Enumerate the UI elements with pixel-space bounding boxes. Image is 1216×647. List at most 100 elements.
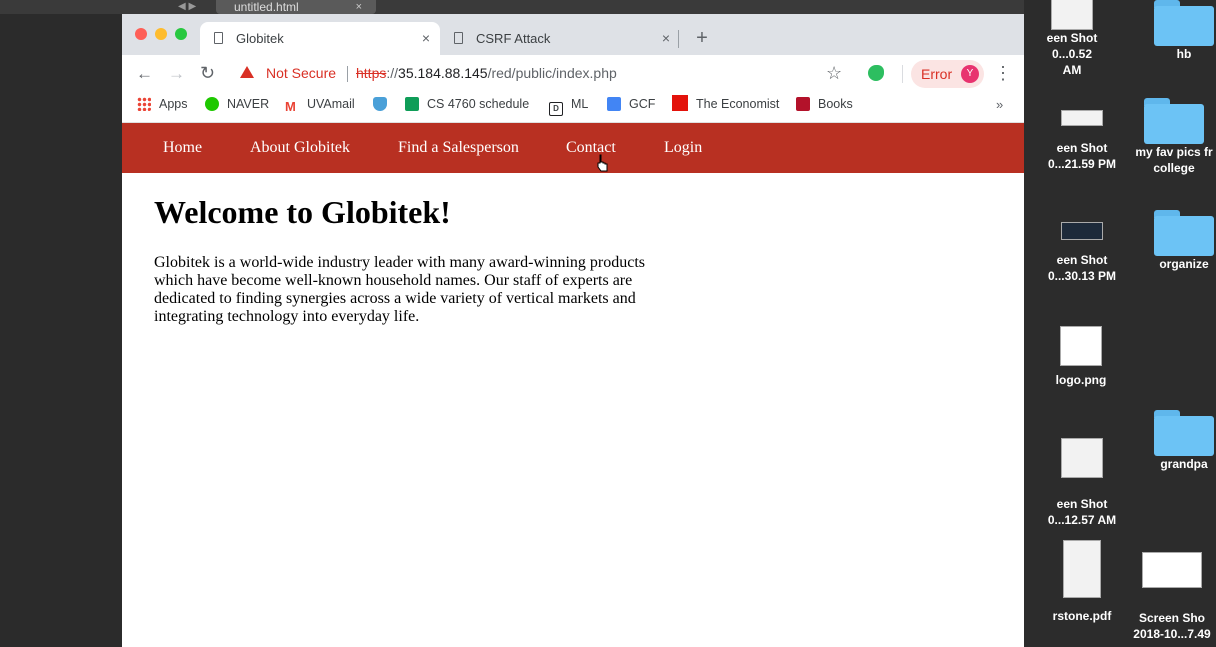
nav-link-contact[interactable]: Contact <box>566 123 616 173</box>
page-icon <box>454 32 463 44</box>
security-indicator[interactable]: Not Secure <box>266 55 336 92</box>
nav-link-login[interactable]: Login <box>664 123 702 173</box>
back-button[interactable]: ← <box>136 55 153 92</box>
screenshot-thumbnail-icon <box>1061 438 1103 478</box>
url-separator: :// <box>386 65 399 81</box>
desktop-item-label: rstone.pdf <box>1052 609 1112 623</box>
desktop-file-screenshot[interactable]: een Shot 0...0.52 AM <box>1042 0 1102 78</box>
desktop-folder-organize[interactable]: organize <box>1152 210 1216 272</box>
bookmark-shield[interactable] <box>373 92 395 117</box>
bookmark-gcf[interactable]: GCF <box>607 92 655 117</box>
background-window-strip: ◀ ▶ untitled.html × ▼ <box>0 0 1050 14</box>
desktop-file-screenshot[interactable]: een Shot 0...21.59 PM <box>1042 110 1122 172</box>
bookmark-cs-4760-schedule[interactable]: CS 4760 schedule <box>405 92 529 117</box>
desktop-item-label: een Shot <box>1046 31 1098 45</box>
desktop-folder-my-fav-pics[interactable]: my fav pics fr college <box>1132 98 1216 176</box>
window-maximize-button[interactable] <box>175 28 187 40</box>
folder-icon <box>1154 0 1214 46</box>
desktop-item-label: grandpa <box>1160 457 1208 471</box>
bookmark-label: The Economist <box>696 97 780 111</box>
browser-window: Globitek × CSRF Attack × + ← → ↻ Not Sec… <box>122 14 1024 647</box>
screenshot-thumbnail-icon <box>1061 110 1103 126</box>
desktop-item-label: een Shot <box>1056 253 1108 267</box>
background-tab-title: untitled.html <box>234 0 299 14</box>
divider <box>347 66 348 82</box>
close-icon[interactable]: × <box>422 22 430 55</box>
bookmark-label: UVAmail <box>307 97 355 111</box>
desktop-item-label: my fav pics fr <box>1135 145 1213 159</box>
screenshot-thumbnail-icon <box>1142 552 1202 588</box>
window-close-button[interactable] <box>135 28 147 40</box>
desktop-file-screenshot[interactable]: een Shot 0...12.57 AM <box>1042 438 1122 528</box>
pdf-thumbnail-icon <box>1063 540 1101 598</box>
error-label: Error <box>921 66 953 82</box>
menu-icon[interactable]: ⋮ <box>994 55 1012 92</box>
hand-cursor-icon <box>597 154 608 172</box>
image-thumbnail-icon <box>1060 326 1102 366</box>
bookmark-books[interactable]: Books <box>796 92 853 117</box>
bookmark-ml[interactable]: D ML <box>549 92 588 117</box>
address-bar[interactable]: https://35.184.88.145/red/public/index.p… <box>356 55 617 92</box>
forward-button[interactable]: → <box>168 55 185 92</box>
docs-icon <box>607 97 621 111</box>
desktop: een Shot 0...0.52 AM hb een Shot 0...21.… <box>1024 0 1216 647</box>
desktop-file-screenshot[interactable]: een Shot 0...30.13 PM <box>1042 222 1122 284</box>
screenshot-thumbnail-icon <box>1061 222 1103 240</box>
gmail-icon: M <box>285 99 296 114</box>
reload-button[interactable]: ↻ <box>200 55 215 92</box>
apps-grid-icon <box>137 97 151 111</box>
profile-error-button[interactable]: Error Y <box>911 60 984 88</box>
desktop-file-logo[interactable]: logo.png <box>1046 326 1116 388</box>
tab-globitek[interactable]: Globitek × <box>200 22 440 55</box>
bookmarks-overflow-button[interactable]: » <box>996 92 1003 117</box>
desktop-folder-hb[interactable]: hb <box>1152 0 1216 62</box>
close-icon[interactable]: × <box>662 22 670 55</box>
background-nav-arrows[interactable]: ◀ ▶ <box>178 0 196 14</box>
folder-icon <box>1154 410 1214 456</box>
page-title: Welcome to Globitek! <box>154 194 451 230</box>
url-host: 35.184.88.145 <box>398 65 488 81</box>
naver-icon <box>205 97 219 111</box>
bookmark-uvamail[interactable]: M UVAmail <box>285 92 355 117</box>
bookmarks-bar: Apps NAVER M UVAmail CS 4760 schedule D ML… <box>122 92 1024 123</box>
ml-icon: D <box>549 102 563 116</box>
bookmark-naver[interactable]: NAVER <box>205 92 269 117</box>
page-icon <box>214 32 223 44</box>
window-minimize-button[interactable] <box>155 28 167 40</box>
folder-icon <box>1154 210 1214 256</box>
desktop-item-label: college <box>1153 161 1195 175</box>
economist-icon <box>672 95 688 111</box>
bookmark-the-economist[interactable]: The Economist <box>672 92 779 117</box>
bookmark-apps[interactable]: Apps <box>137 92 188 117</box>
avatar: Y <box>961 65 979 83</box>
sheets-icon <box>405 97 419 111</box>
close-icon[interactable]: × <box>356 0 362 14</box>
warning-icon[interactable] <box>240 66 254 78</box>
desktop-item-label: 0...21.59 PM <box>1047 157 1117 171</box>
desktop-item-label: een Shot <box>1056 497 1108 511</box>
desktop-folder-grandpa[interactable]: grandpa <box>1152 410 1216 472</box>
url-path: /red/public/index.php <box>487 65 617 81</box>
desktop-item-label: 0...30.13 PM <box>1047 269 1117 283</box>
url-scheme: https <box>356 65 387 81</box>
desktop-item-label: 2018-10...7.49 <box>1133 627 1211 641</box>
intro-paragraph: Globitek is a world-wide industry leader… <box>154 254 645 325</box>
browser-toolbar: ← → ↻ Not Secure https://35.184.88.145/r… <box>122 55 1024 92</box>
tab-divider <box>678 30 679 48</box>
nav-link-home[interactable]: Home <box>163 123 202 173</box>
tab-title: Globitek <box>236 31 284 46</box>
new-tab-button[interactable]: + <box>692 22 712 55</box>
bookmark-star-icon[interactable]: ☆ <box>826 55 842 92</box>
desktop-file-screenshot[interactable]: Screen Sho 2018-10...7.49 <box>1128 552 1216 642</box>
desktop-item-label: organize <box>1159 257 1209 271</box>
tab-csrf-attack[interactable]: CSRF Attack × <box>440 22 680 55</box>
desktop-file-pdf[interactable]: rstone.pdf <box>1046 540 1118 624</box>
screenshot-thumbnail-icon <box>1051 0 1093 30</box>
background-tab[interactable]: untitled.html × <box>216 0 376 14</box>
bookmark-label: NAVER <box>227 97 270 111</box>
nav-link-find-salesperson[interactable]: Find a Salesperson <box>398 123 519 173</box>
nav-link-about[interactable]: About Globitek <box>250 123 350 173</box>
evernote-extension-icon[interactable] <box>868 65 884 81</box>
desktop-item-label: 0...0.52 AM <box>1051 47 1093 77</box>
tab-title: CSRF Attack <box>476 31 551 46</box>
